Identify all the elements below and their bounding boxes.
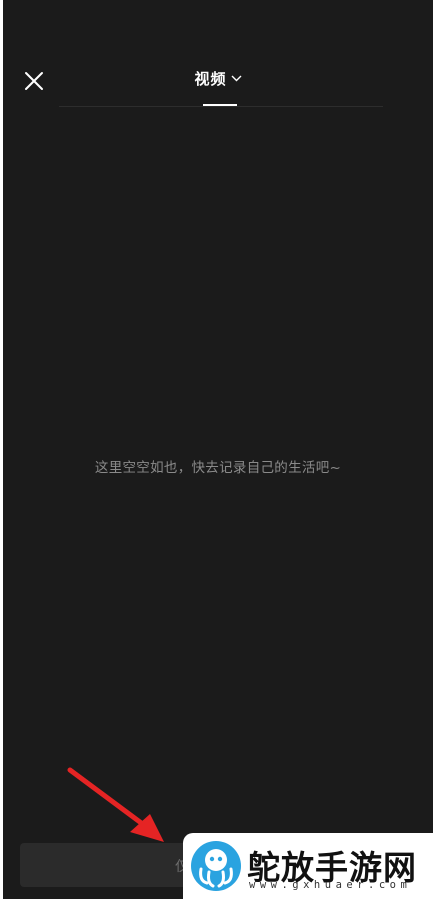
chevron-down-icon: [231, 68, 242, 86]
watermark-url: www.gxhuaer.com: [249, 879, 412, 891]
tab-video-label: 视频: [194, 70, 227, 88]
octopus-logo-icon: [191, 841, 241, 891]
tab-video[interactable]: 视频: [3, 68, 433, 89]
red-arrow-annotation: [67, 767, 164, 842]
watermark-badge: 鸵放手游网 www.gxhuaer.com: [183, 833, 433, 899]
empty-state-message: 这里空空如也，快去记录自己的生活吧~: [94, 460, 342, 476]
header-divider: [59, 106, 383, 107]
